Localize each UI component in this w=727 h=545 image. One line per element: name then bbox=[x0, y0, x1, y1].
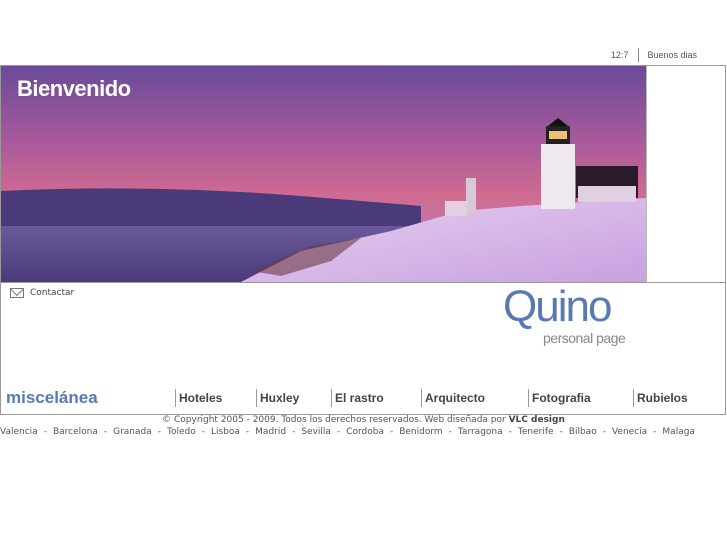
hero-title: Bienvenido bbox=[17, 76, 131, 101]
separator: - bbox=[157, 427, 161, 437]
separator: - bbox=[653, 427, 657, 437]
logo: Quino bbox=[503, 282, 612, 331]
greeting: Buenos dias bbox=[647, 50, 697, 60]
logo-subtitle: personal page bbox=[543, 330, 626, 346]
city-link[interactable]: Tenerife bbox=[518, 427, 554, 437]
city-links: Valencia - Barcelona - Granada - Toledo - Lisboa… bbox=[0, 427, 695, 437]
separator: - bbox=[336, 427, 341, 437]
city-link[interactable]: Madrid bbox=[255, 427, 286, 437]
nav-el-rastro[interactable]: El rastro bbox=[331, 389, 384, 407]
separator: - bbox=[602, 427, 606, 437]
separator: - bbox=[389, 427, 394, 437]
city-link[interactable]: Toledo bbox=[167, 427, 196, 437]
city-link[interactable]: Tarragona bbox=[458, 427, 503, 437]
city-link[interactable]: Barcelona bbox=[53, 427, 98, 437]
nav-fotografia[interactable]: Fotografia bbox=[528, 389, 591, 407]
city-link[interactable]: Cordoba bbox=[346, 427, 384, 437]
separator: - bbox=[508, 427, 512, 437]
copyright: © Copyright 2005 - 2009. Todos los derec… bbox=[0, 415, 727, 425]
city-link[interactable]: Sevilla bbox=[301, 427, 331, 437]
contact-label: Contactar bbox=[30, 288, 75, 298]
city-link[interactable]: Granada bbox=[113, 427, 152, 437]
separator: - bbox=[559, 427, 563, 437]
nav-arquitecto[interactable]: Arquitecto bbox=[421, 389, 485, 407]
section-title[interactable]: miscelánea bbox=[6, 388, 98, 408]
nav-huxley[interactable]: Huxley bbox=[256, 389, 299, 407]
city-link[interactable]: Bilbao bbox=[569, 427, 597, 437]
city-link[interactable]: Benidorm bbox=[399, 427, 442, 437]
city-link[interactable]: Venecia bbox=[612, 427, 647, 437]
divider bbox=[1, 282, 725, 283]
designer-link[interactable]: VLC design bbox=[509, 415, 565, 425]
nav-hoteles[interactable]: Hoteles bbox=[175, 389, 222, 407]
copyright-text: © Copyright 2005 - 2009. Todos los derec… bbox=[162, 415, 509, 425]
separator: - bbox=[201, 427, 205, 437]
separator: - bbox=[43, 427, 47, 437]
separator: - bbox=[245, 427, 250, 437]
separator: - bbox=[292, 427, 296, 437]
main-frame: Bienvenido Contactar Quino personal page… bbox=[0, 65, 726, 415]
top-bar: 12:7 Buenos dias bbox=[611, 48, 697, 62]
clock: 12:7 bbox=[610, 50, 629, 60]
nav-rubielos[interactable]: Rubielos bbox=[633, 389, 688, 407]
mail-icon bbox=[10, 288, 24, 298]
separator: - bbox=[103, 427, 108, 437]
city-link[interactable]: Lisboa bbox=[211, 427, 240, 437]
city-link[interactable]: Valencia bbox=[0, 427, 38, 437]
hero-banner: Bienvenido bbox=[1, 66, 647, 283]
separator: - bbox=[448, 427, 452, 437]
contact-link[interactable]: Contactar bbox=[10, 288, 74, 298]
city-link[interactable]: Malaga bbox=[662, 427, 695, 437]
divider bbox=[638, 48, 640, 62]
